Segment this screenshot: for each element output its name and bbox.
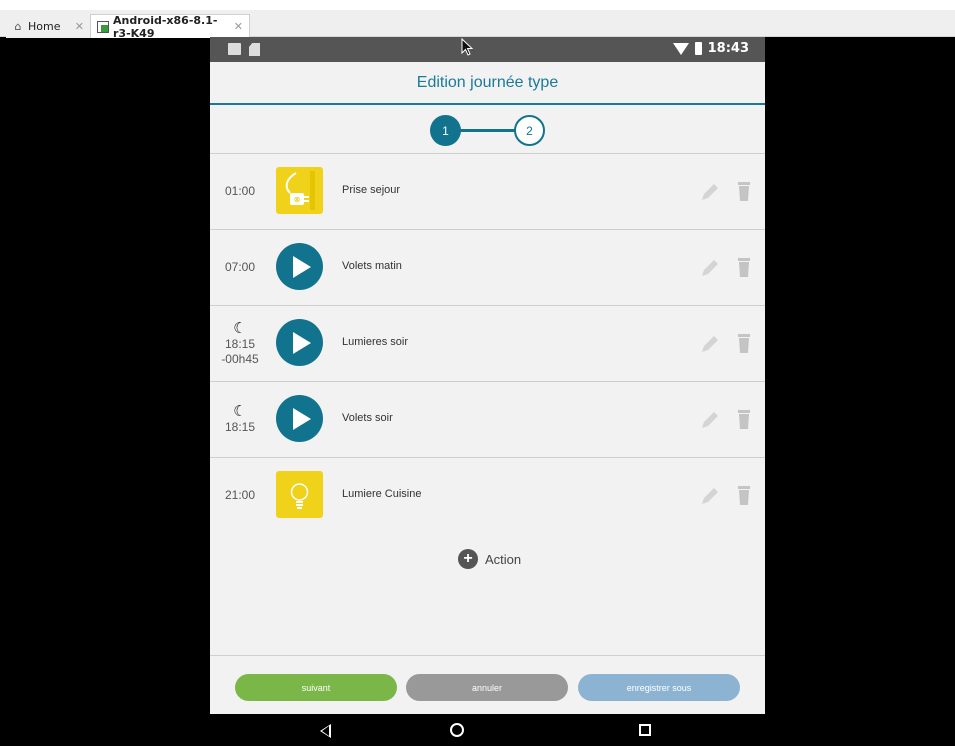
host-tab-home[interactable]: ⌂ Home ✕ [6, 14, 90, 38]
battery-icon [694, 42, 702, 55]
play-icon[interactable] [276, 243, 323, 290]
save-as-button[interactable]: enregistrer sous [578, 674, 740, 701]
add-action-label: Action [485, 551, 522, 567]
image-notification-icon [228, 43, 241, 55]
pencil-icon[interactable] [700, 258, 720, 278]
time-cell: ☾ 18:15 -00h45 [210, 306, 270, 381]
vm-icon [97, 20, 109, 33]
pencil-icon[interactable] [700, 182, 720, 202]
row-time: 01:00 [224, 184, 256, 198]
time-cell: ☾ 18:15 [210, 382, 270, 457]
trash-icon[interactable] [738, 333, 750, 353]
bottom-action-bar: suivant annuler enregistrer sous [210, 655, 765, 714]
android-screen: 18:43 Edition journée type 1 2 01:00 ⊗ P… [210, 37, 765, 714]
back-icon[interactable] [320, 724, 331, 738]
host-tab-bar: ⌂ Home ✕ Android-x86-8.1-r3-K49 ✕ [0, 0, 955, 40]
row-offset: -00h45 [221, 351, 259, 366]
light-bulb-icon [276, 471, 323, 518]
host-tab-vm[interactable]: Android-x86-8.1-r3-K49 ✕ [90, 13, 250, 40]
time-cell: 01:00 [210, 154, 270, 229]
row-label: Prise sejour [342, 184, 401, 196]
trash-icon[interactable] [738, 409, 750, 429]
svg-text:⊗: ⊗ [294, 195, 301, 204]
time-cell: 21:00 [210, 458, 270, 533]
list-item[interactable]: ☾ 18:15 -00h45 Lumieres soir [210, 306, 765, 382]
status-bar: 18:43 [210, 37, 765, 62]
stepper: 1 2 [210, 107, 765, 154]
moon-icon: ☾ [233, 319, 247, 337]
time-cell: 07:00 [210, 230, 270, 305]
mouse-cursor-icon [461, 38, 474, 56]
trash-icon[interactable] [738, 181, 750, 201]
pencil-icon[interactable] [700, 410, 720, 430]
trash-icon[interactable] [738, 485, 750, 505]
list-item[interactable]: ☾ 18:15 Volets soir [210, 382, 765, 458]
moon-icon: ☾ [233, 403, 247, 420]
step-1[interactable]: 1 [430, 115, 461, 146]
play-icon[interactable] [276, 395, 323, 442]
row-time: 18:15 [224, 420, 256, 434]
recents-icon[interactable] [639, 724, 651, 736]
step-connector [460, 129, 515, 132]
plus-icon: + [458, 549, 478, 569]
row-time: 07:00 [224, 260, 256, 274]
status-time: 18:43 [707, 41, 749, 56]
close-icon[interactable]: ✕ [234, 20, 243, 33]
home-circle-icon[interactable] [450, 723, 464, 737]
smart-plug-icon: ⊗ [276, 167, 323, 214]
host-tab-label: Home [28, 19, 61, 33]
host-tab-label: Android-x86-8.1-r3-K49 [113, 13, 218, 40]
row-label: Volets matin [342, 260, 402, 272]
home-icon: ⌂ [14, 19, 22, 33]
next-button[interactable]: suivant [235, 674, 397, 701]
trash-icon[interactable] [738, 257, 750, 277]
page-title: Edition journée type [416, 73, 559, 91]
sd-card-icon [249, 43, 260, 56]
close-icon[interactable]: ✕ [75, 20, 84, 33]
host-tabs: ⌂ Home ✕ Android-x86-8.1-r3-K49 ✕ [0, 10, 955, 40]
cancel-button[interactable]: annuler [406, 674, 568, 701]
add-action-button[interactable]: + Action [458, 549, 521, 569]
row-time: 18:15 [224, 336, 256, 351]
row-label: Lumieres soir [342, 336, 409, 348]
list-item[interactable]: 01:00 ⊗ Prise sejour [210, 154, 765, 230]
row-label: Volets soir [342, 412, 393, 424]
step-2[interactable]: 2 [514, 115, 545, 146]
row-time: 21:00 [224, 488, 256, 502]
play-icon[interactable] [276, 319, 323, 366]
list-item[interactable]: 07:00 Volets matin [210, 230, 765, 306]
title-bar: Edition journée type [210, 62, 765, 105]
list-item[interactable]: 21:00 Lumiere Cuisine [210, 458, 765, 534]
wifi-icon [672, 42, 689, 55]
pencil-icon[interactable] [700, 334, 720, 354]
row-label: Lumiere Cuisine [342, 488, 422, 500]
pencil-icon[interactable] [700, 486, 720, 506]
navigation-bar [210, 714, 765, 746]
